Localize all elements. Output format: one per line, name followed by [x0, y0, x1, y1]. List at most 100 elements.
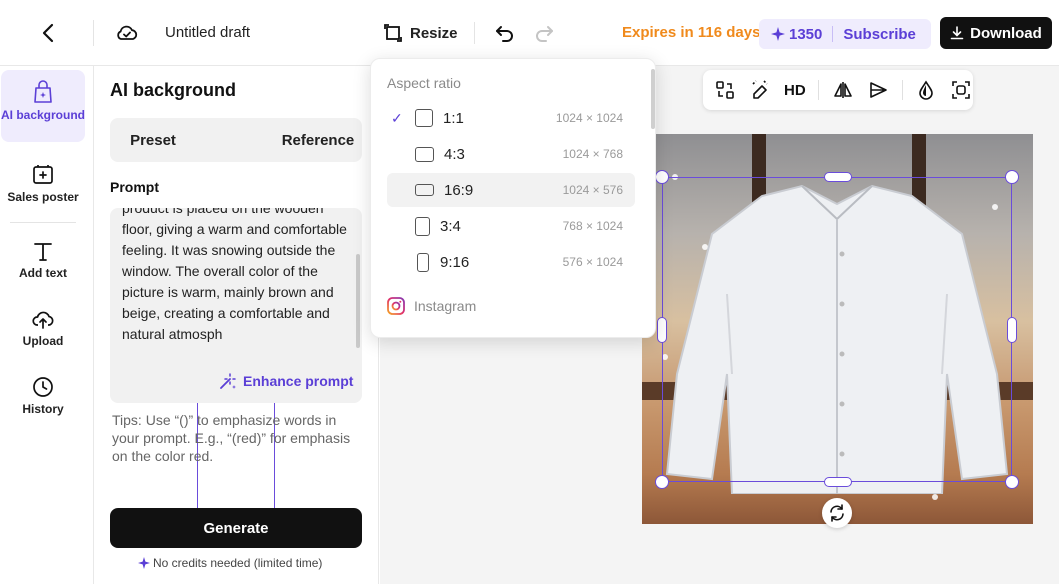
resize-handle-right[interactable]	[1007, 317, 1017, 343]
ratio-dimensions: 1024 × 576	[562, 183, 623, 197]
resize-handle-bottom[interactable]	[824, 477, 852, 487]
resize-handle-top-right[interactable]	[1005, 170, 1019, 184]
no-credits-note: No credits needed (limited time)	[138, 556, 322, 570]
magic-wand-icon	[220, 373, 236, 389]
ratio-dimensions: 576 × 1024	[562, 255, 623, 269]
ratio-dimensions: 768 × 1024	[562, 219, 623, 233]
resize-handle-bottom-right[interactable]	[1005, 475, 1019, 489]
landscape-ratio-icon	[415, 146, 434, 162]
prompt-scrollbar[interactable]	[356, 254, 360, 348]
back-button[interactable]	[36, 20, 62, 46]
ai-background-panel: AI background Preset Prompt Reference Pr…	[94, 66, 379, 584]
download-button[interactable]: Download	[940, 17, 1052, 49]
credits-badge[interactable]: 1350 Subscribe	[759, 19, 931, 49]
ai-background-icon	[34, 80, 52, 103]
flip-button[interactable]	[831, 78, 854, 102]
credits-value: 1350	[789, 25, 823, 43]
tips-text: Tips: Use “()” to emphasize words in you…	[112, 412, 351, 464]
ratio-label: 9:16	[440, 253, 470, 271]
download-icon	[950, 26, 964, 40]
text-icon	[34, 243, 52, 261]
redo-button[interactable]	[533, 22, 555, 44]
portrait-ratio-icon	[415, 216, 430, 236]
divider	[901, 80, 903, 100]
instagram-section[interactable]: Instagram	[387, 297, 476, 315]
rail-item-sales-poster[interactable]: Sales poster	[0, 164, 86, 204]
rail-label: AI background	[1, 108, 86, 122]
rail-label: Upload	[22, 334, 64, 348]
drop-icon	[919, 80, 934, 100]
focus-button[interactable]	[950, 78, 973, 102]
download-label: Download	[970, 24, 1042, 42]
resize-handle-left[interactable]	[657, 317, 667, 343]
undo-button[interactable]	[494, 22, 516, 44]
eraser-button[interactable]	[748, 78, 771, 102]
document-title[interactable]: Untitled draft	[165, 24, 250, 41]
prompt-text[interactable]: product is placed on the wooden floor, g…	[122, 208, 348, 345]
tab-reference[interactable]: Reference	[278, 122, 358, 158]
swap-icon	[715, 81, 734, 99]
ratio-dimensions: 1024 × 768	[562, 147, 623, 161]
send-button[interactable]	[867, 78, 890, 102]
snowflake	[932, 494, 938, 500]
ratio-label: 3:4	[440, 217, 461, 235]
history-icon	[33, 377, 53, 397]
ratio-option-16-9[interactable]: 16:9 1024 × 576	[387, 173, 635, 207]
rail-item-upload[interactable]: Upload	[0, 308, 86, 348]
upload-icon	[32, 311, 54, 329]
resize-label: Resize	[410, 24, 458, 42]
rail-label: Sales poster	[7, 190, 79, 204]
enhance-prompt-button[interactable]: Enhance prompt	[215, 372, 358, 390]
prompt-textarea[interactable]: product is placed on the wooden floor, g…	[110, 208, 362, 403]
prompt-label: Prompt	[110, 179, 159, 195]
ratio-option-9-16[interactable]: 9:16 576 × 1024	[387, 245, 635, 279]
widescreen-ratio-icon	[415, 184, 434, 196]
resize-handle-bottom-left[interactable]	[655, 475, 669, 489]
resize-icon	[384, 24, 402, 42]
hd-button[interactable]: HD	[783, 78, 806, 102]
divider	[818, 80, 820, 100]
enhance-label: Enhance prompt	[243, 373, 354, 389]
resize-handle-top-left[interactable]	[655, 170, 669, 184]
credits-count: 1350	[759, 26, 822, 43]
expiry-notice: Expires in 116 days	[622, 24, 761, 41]
resize-handle-top[interactable]	[824, 172, 852, 182]
sparkle-icon	[771, 27, 785, 41]
tab-preset[interactable]: Preset	[114, 122, 192, 158]
no-credits-text: No credits needed (limited time)	[153, 556, 323, 570]
left-rail: AI background Sales poster Add text Uplo…	[0, 66, 94, 584]
send-icon	[870, 82, 887, 98]
dropdown-heading: Aspect ratio	[387, 75, 461, 91]
ratio-label: 4:3	[444, 145, 465, 163]
image-toolbar: HD	[703, 70, 973, 110]
replace-button[interactable]	[713, 78, 736, 102]
rail-label: Add text	[19, 266, 67, 280]
generate-button[interactable]: Generate	[110, 508, 362, 548]
cloud-save-icon[interactable]	[114, 20, 140, 46]
chevron-left-icon	[42, 23, 54, 43]
selection-box[interactable]	[662, 177, 1012, 482]
rotate-button[interactable]	[822, 498, 852, 528]
ratio-option-4-3[interactable]: 4:3 1024 × 768	[387, 137, 635, 171]
resize-button[interactable]: Resize	[383, 22, 458, 44]
rail-item-history[interactable]: History	[0, 376, 86, 416]
ratio-option-3-4[interactable]: 3:4 768 × 1024	[387, 209, 635, 243]
adjust-button[interactable]	[915, 78, 938, 102]
focus-icon	[952, 81, 971, 99]
eraser-icon	[752, 80, 768, 99]
aspect-ratio-dropdown: Aspect ratio ✓ 1:1 1024 × 1024 4:3 1024 …	[370, 58, 656, 338]
square-ratio-icon	[415, 109, 433, 127]
subscribe-link[interactable]: Subscribe	[843, 26, 916, 43]
sales-poster-icon	[33, 165, 53, 184]
divider	[93, 20, 94, 46]
rail-item-add-text[interactable]: Add text	[0, 240, 86, 280]
rail-label: History	[22, 402, 64, 416]
flip-icon	[834, 82, 852, 98]
rail-item-ai-background[interactable]: AI background	[1, 70, 85, 142]
check-icon: ✓	[391, 109, 403, 126]
divider	[10, 222, 76, 223]
rotate-icon	[830, 504, 844, 522]
ratio-option-1-1[interactable]: ✓ 1:1 1024 × 1024	[387, 101, 635, 135]
dropdown-scrollbar[interactable]	[651, 69, 655, 129]
ratio-label: 1:1	[443, 109, 464, 127]
